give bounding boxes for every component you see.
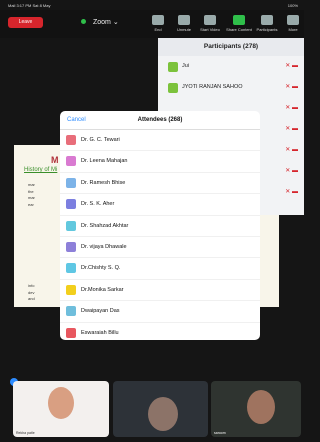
participant-row[interactable]: Jui ✕ ▬ (158, 56, 304, 77)
avatar (66, 135, 76, 145)
video-tile[interactable]: Rekha patle (13, 381, 109, 437)
participant-row[interactable]: JYOTI RANJAN SAHOO ✕ ▬ (158, 77, 304, 98)
slide-bullet: mar (28, 182, 35, 187)
avatar (66, 263, 76, 274)
participants-icon (261, 15, 273, 25)
attendee-name: Dwaipayan Das (81, 308, 120, 315)
muted-mic-icon: ✕ ▬ (285, 126, 298, 132)
participant-video (48, 387, 74, 419)
slide-title: M (51, 155, 59, 165)
avatar (66, 306, 76, 317)
video-name: Rekha patle (16, 431, 35, 435)
muted-mic-icon: ✕ ▬ (285, 189, 298, 195)
start-video-button[interactable]: Start Video (195, 15, 225, 32)
participant-name: JYOTI RANJAN SAHOO (182, 84, 243, 90)
status-bar: Mail 3:17 PM Sat 8 May 100% (0, 0, 304, 10)
attendee-row[interactable]: Dwaipayan Das (60, 301, 260, 323)
attendee-row[interactable]: Dr. Shahzad Akhtar (60, 216, 260, 237)
attendee-row[interactable]: Dr. S. K. Aher (60, 194, 260, 216)
attendee-row[interactable]: Dr.Monika Sarkar (60, 280, 260, 302)
slide-bullet: mar (28, 195, 35, 200)
more-button[interactable]: More (278, 15, 308, 32)
status-time: Mail 3:17 PM Sat 8 May (8, 3, 51, 8)
cancel-button[interactable]: Cancel (67, 111, 86, 129)
attendee-row[interactable]: Dr. Leena Mahajan (60, 151, 260, 173)
status-dot-icon (81, 19, 86, 24)
attendee-name: Dr. Shahzad Akhtar (81, 222, 129, 229)
muted-mic-icon: ✕ ▬ (285, 84, 298, 90)
participants-title: Participants (278) (158, 38, 304, 56)
video-name: saroom (214, 431, 226, 435)
battery-indicator: 100% (287, 3, 298, 8)
more-icon (287, 15, 299, 25)
video-strip: Rekha patle saroom (0, 381, 304, 442)
attendees-title: Attendees (268) (137, 117, 183, 123)
avatar (66, 241, 76, 252)
avatar (168, 62, 178, 72)
end-icon (152, 15, 164, 25)
slide-bullet: dev (28, 290, 35, 295)
share-content-button[interactable]: Share Content (224, 15, 254, 32)
video-tile[interactable]: saroom (211, 381, 301, 437)
avatar (168, 83, 178, 93)
attendee-row[interactable]: Dr.Chishty S. Q. (60, 258, 260, 280)
avatar (66, 199, 76, 210)
slide-bullet: ear (28, 202, 34, 207)
zoom-label: Zoom (93, 19, 111, 26)
muted-mic-icon: ✕ ▬ (285, 63, 298, 69)
avatar (66, 327, 76, 338)
attendee-row[interactable]: Eswaraiah Billu (60, 323, 260, 340)
microphone-icon (178, 15, 190, 25)
avatar (66, 177, 76, 188)
attendee-list: Dr. G. C. Tewari Dr. Leena Mahajan Dr. Ram… (60, 130, 260, 340)
avatar (66, 284, 76, 295)
attendee-name: Dr.Chishty S. Q. (81, 265, 121, 272)
share-icon (233, 15, 245, 25)
avatar (66, 220, 76, 231)
muted-mic-icon: ✕ ▬ (285, 105, 298, 111)
participant-video (148, 397, 178, 431)
attendee-name: Dr.Monika Sarkar (81, 286, 124, 293)
meeting-toolbar: Leave Zoom ⌄ End Unmute Start Video Shar… (0, 10, 304, 38)
avatar (66, 156, 76, 167)
video-tile[interactable] (113, 381, 208, 437)
zoom-menu[interactable]: Zoom ⌄ (81, 18, 119, 26)
slide-bullet: info (28, 283, 35, 288)
participant-name: Jui (182, 63, 190, 69)
muted-mic-icon: ✕ ▬ (285, 147, 298, 153)
attendees-header: Cancel Attendees (268) (60, 111, 260, 130)
attendees-modal: Cancel Attendees (268) Dr. G. C. Tewari D… (60, 111, 260, 340)
slide-bullet: the (28, 189, 34, 194)
leave-button[interactable]: Leave (8, 17, 43, 28)
video-icon (204, 15, 216, 25)
attendee-row[interactable]: Dr. G. C. Tewari (60, 130, 260, 152)
attendee-name: Dr. G. C. Tewari (81, 137, 120, 143)
attendee-name: Dr. S. K. Aher (81, 201, 115, 208)
attendee-row[interactable]: Dr. Ramesh Bhise (60, 173, 260, 195)
slide-link[interactable]: History of Mi (24, 167, 57, 173)
muted-mic-icon: ✕ ▬ (285, 168, 298, 174)
attendee-name: Dr. vijaya Dhawale (81, 243, 127, 250)
slide-bullet: and (28, 296, 35, 301)
participant-video (247, 390, 275, 424)
attendee-row[interactable]: Dr. vijaya Dhawale (60, 237, 260, 259)
attendee-name: Dr. Ramesh Bhise (81, 179, 126, 186)
attendee-name: Eswaraiah Billu (81, 329, 119, 336)
attendee-name: Dr. Leena Mahajan (81, 158, 128, 165)
